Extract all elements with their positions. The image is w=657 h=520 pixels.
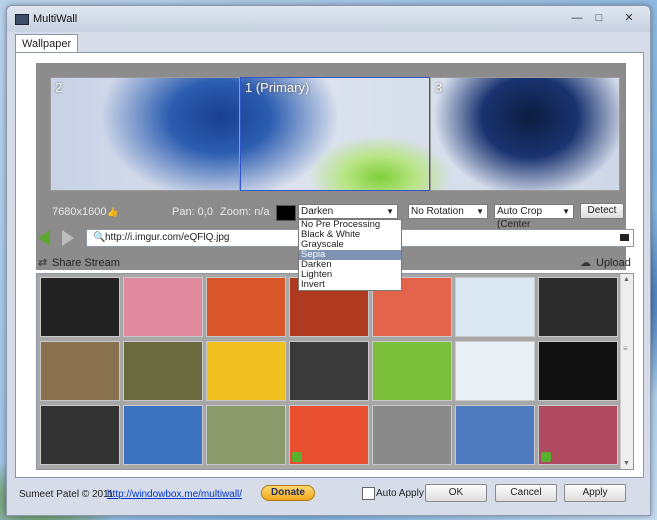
scrollbar[interactable]: ▲ ≡ ▼ [620, 274, 633, 469]
auto-apply-label: Auto Apply [376, 488, 424, 499]
zoom-text: Zoom: n/a [220, 206, 270, 218]
rotation-select[interactable]: No Rotation ▼ [408, 204, 488, 219]
apply-button[interactable]: Apply [564, 484, 626, 502]
tab-wallpaper[interactable]: Wallpaper [15, 34, 79, 53]
folder-icon[interactable] [620, 234, 629, 241]
pan-text: Pan: 0,0 [172, 206, 213, 218]
wallpaper-thumbnail[interactable] [372, 405, 452, 465]
wallpaper-thumbnail[interactable] [455, 341, 535, 401]
background-color-swatch[interactable] [276, 205, 296, 221]
wallpaper-thumbnail[interactable] [289, 405, 369, 465]
monitor-2[interactable]: 2 [50, 77, 240, 191]
copyright-text: Sumeet Patel © 2011 [19, 489, 114, 500]
wallpaper-thumbnail[interactable] [538, 405, 618, 465]
monitor-1-primary[interactable]: 1 (Primary) [240, 77, 430, 191]
thumbs-up-icon [541, 452, 551, 462]
monitor-label: 2 [55, 80, 63, 95]
scroll-down-icon[interactable]: ▼ [623, 460, 630, 467]
chevron-down-icon: ▼ [562, 207, 570, 216]
wallpaper-thumbnail[interactable] [455, 405, 535, 465]
dropdown-option[interactable]: Invert [299, 280, 401, 290]
ok-button[interactable]: OK [425, 484, 487, 502]
wallpaper-thumbnail[interactable] [123, 405, 203, 465]
detect-button[interactable]: Detect [580, 203, 624, 219]
scroll-grip-icon[interactable]: ≡ [623, 344, 628, 353]
minimize-icon[interactable]: — [567, 10, 587, 26]
wallpaper-thumbnail[interactable] [40, 341, 120, 401]
thumbs-up-icon[interactable]: 👍 [107, 207, 118, 217]
multiwall-window: MultiWall — □ ✕ Wallpaper 2 1 (Primary) … [6, 5, 651, 516]
scroll-up-icon[interactable]: ▲ [623, 276, 630, 283]
maximize-icon[interactable]: □ [589, 10, 609, 26]
donate-button[interactable]: Donate [261, 485, 315, 501]
wallpaper-thumbnail[interactable] [40, 277, 120, 337]
wallpaper-thumbnail[interactable] [206, 277, 286, 337]
processing-select[interactable]: Darken ▼ [298, 204, 398, 219]
monitor-label: 1 (Primary) [245, 80, 310, 95]
forward-arrow-icon[interactable] [62, 230, 74, 246]
wallpaper-thumbnail[interactable] [538, 277, 618, 337]
cloud-upload-icon: ☁ [580, 257, 591, 269]
url-value: http://i.imgur.com/eQFlQ.jpg [105, 232, 230, 243]
close-icon[interactable]: ✕ [611, 10, 647, 26]
wallpaper-panel: 2 1 (Primary) 3 7680x1600 👍 Pan: 0,0 Zoo… [15, 52, 644, 478]
wallpaper-thumbnail[interactable] [40, 405, 120, 465]
title-bar[interactable]: MultiWall — □ ✕ [7, 6, 650, 32]
back-arrow-icon[interactable] [38, 230, 50, 246]
monitor-label: 3 [435, 80, 443, 95]
thumbnail-grid: ▲ ≡ ▼ [36, 273, 634, 470]
auto-apply-checkbox[interactable] [362, 487, 375, 500]
wallpaper-thumbnail[interactable] [455, 277, 535, 337]
wallpaper-thumbnail[interactable] [538, 341, 618, 401]
wallpaper-thumbnail[interactable] [123, 277, 203, 337]
cancel-button[interactable]: Cancel [495, 484, 557, 502]
upload-button[interactable]: ☁ Upload [580, 256, 631, 269]
chevron-down-icon: ▼ [476, 207, 484, 216]
search-icon: 🔍 [93, 232, 106, 243]
window-title: MultiWall [33, 13, 78, 25]
chevron-down-icon: ▼ [386, 207, 394, 216]
shuffle-icon: ⇄ [38, 257, 48, 269]
app-icon [15, 14, 29, 25]
resolution-text: 7680x1600 [52, 206, 107, 218]
wallpaper-thumbnail[interactable] [372, 341, 452, 401]
wallpaper-thumbnail[interactable] [206, 341, 286, 401]
tab-strip: Wallpaper [15, 34, 79, 53]
wallpaper-thumbnail[interactable] [289, 341, 369, 401]
crop-select[interactable]: Auto Crop (Center ▼ [494, 204, 574, 230]
website-link[interactable]: http://windowbox.me/multiwall/ [107, 489, 242, 500]
wallpaper-thumbnail[interactable] [123, 341, 203, 401]
share-stream-button[interactable]: ⇄ Share Stream [38, 256, 120, 269]
monitor-3[interactable]: 3 [430, 77, 620, 191]
processing-dropdown-list: No Pre Processing Black & White Grayscal… [298, 219, 402, 291]
footer: Sumeet Patel © 2011 http://windowbox.me/… [7, 479, 650, 515]
thumbs-up-icon [292, 452, 302, 462]
wallpaper-thumbnail[interactable] [206, 405, 286, 465]
